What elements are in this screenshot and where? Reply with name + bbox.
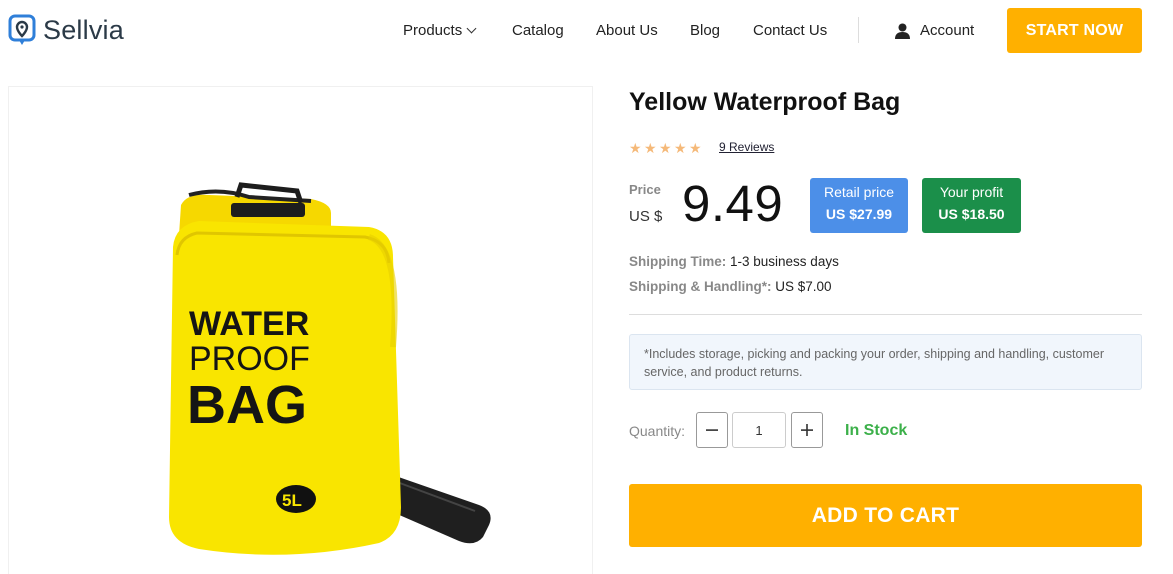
nav-catalog[interactable]: Catalog: [512, 22, 564, 39]
nav-products-label: Products: [403, 22, 463, 39]
star-icon: ★: [644, 140, 657, 156]
stock-status: In Stock: [845, 422, 908, 439]
nav-products[interactable]: Products: [403, 22, 477, 39]
reviews-link[interactable]: 9 Reviews: [719, 140, 774, 154]
plus-icon: [801, 424, 813, 436]
minus-icon: [706, 429, 718, 431]
nav-about-us[interactable]: About Us: [596, 22, 658, 39]
quantity-input[interactable]: [732, 412, 786, 448]
quantity-increase-button[interactable]: [791, 412, 823, 448]
retail-price-label: Retail price: [823, 184, 895, 200]
add-to-cart-button[interactable]: ADD TO CART: [629, 484, 1142, 547]
quantity-label: Quantity:: [629, 423, 686, 439]
nav-divider: [858, 17, 859, 43]
quantity-decrease-button[interactable]: [696, 412, 728, 448]
profit-badge: Your profit US $18.50: [922, 178, 1021, 233]
shipping-time-value: 1-3 business days: [730, 254, 839, 269]
nav-blog[interactable]: Blog: [690, 22, 720, 39]
price-label: Price: [629, 182, 661, 197]
shipping-handling: Shipping & Handling*: US $7.00: [629, 279, 832, 294]
nav-contact-us[interactable]: Contact Us: [753, 22, 827, 39]
site-header: Sellvia Products Catalog About Us Blog C…: [0, 0, 1173, 62]
rating-stars: ★ ★ ★ ★ ★: [629, 140, 702, 156]
start-now-button[interactable]: START NOW: [1007, 8, 1142, 53]
shipping-handling-label: Shipping & Handling*:: [629, 279, 772, 294]
retail-price-value: US $27.99: [825, 206, 893, 222]
bag-text-water: WATER: [189, 305, 309, 343]
price-currency: US $: [629, 208, 663, 225]
yellow-bag-image: WATER PROOF BAG 5L: [169, 182, 491, 555]
bag-text-bag: BAG: [187, 375, 307, 435]
bag-text-proof: PROOF: [189, 340, 310, 378]
divider: [629, 314, 1142, 315]
account-link[interactable]: Account: [895, 22, 974, 39]
main-nav: Products Catalog About Us Blog Contact U…: [0, 22, 1173, 42]
product-title: Yellow Waterproof Bag: [629, 88, 901, 116]
bag-text-size: 5L: [282, 491, 302, 510]
chevron-down-icon: [466, 23, 477, 34]
product-image[interactable]: WATER PROOF BAG 5L: [8, 86, 593, 574]
user-icon: [895, 23, 910, 39]
price-value: 9.49: [682, 175, 784, 232]
star-icon: ★: [659, 140, 672, 156]
shipping-time-label: Shipping Time:: [629, 254, 727, 269]
star-icon: ★: [689, 140, 702, 156]
shipping-time: Shipping Time: 1-3 business days: [629, 254, 839, 269]
profit-label: Your profit: [939, 184, 1004, 200]
retail-price-badge: Retail price US $27.99: [810, 178, 908, 233]
star-icon: ★: [629, 140, 642, 156]
star-icon: ★: [674, 140, 687, 156]
profit-value: US $18.50: [938, 206, 1005, 222]
shipping-note: *Includes storage, picking and packing y…: [629, 334, 1142, 390]
account-label: Account: [920, 22, 975, 39]
shipping-handling-value: US $7.00: [775, 279, 832, 294]
